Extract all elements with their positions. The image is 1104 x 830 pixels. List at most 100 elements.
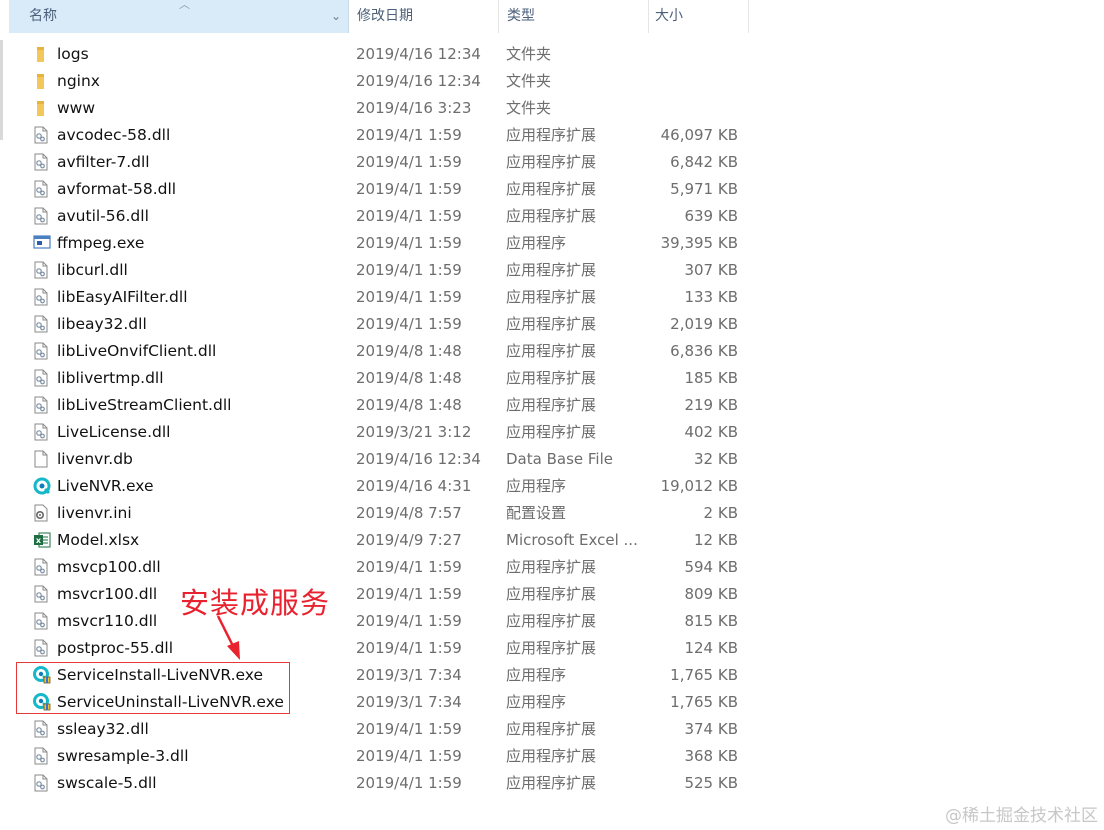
file-date: 2019/4/8 7:57 xyxy=(356,504,462,522)
file-type: 配置设置 xyxy=(506,504,567,522)
file-size: 402 KB xyxy=(684,423,738,441)
file-row[interactable]: livenvr.ini 2019/4/8 7:57 配置设置 2 KB xyxy=(0,500,760,527)
file-size: 1,765 KB xyxy=(670,693,738,711)
file-name: libeay32.dll xyxy=(57,315,147,333)
file-row[interactable]: postproc-55.dll 2019/4/1 1:59 应用程序扩展 124 KB xyxy=(0,635,760,662)
file-row[interactable]: LiveLicense.dll 2019/3/21 3:12 应用程序扩展 402 K… xyxy=(0,419,760,446)
file-row[interactable]: LiveNVR.exe 2019/4/16 4:31 应用程序 19,012 KB xyxy=(0,473,760,500)
file-row[interactable]: logs 2019/4/16 12:34 文件夹 xyxy=(0,41,760,68)
folder-icon xyxy=(33,45,49,63)
file-size: 525 KB xyxy=(684,774,738,792)
file-name: swresample-3.dll xyxy=(57,747,189,765)
file-size: 1,765 KB xyxy=(670,666,738,684)
file-row[interactable]: avformat-58.dll 2019/4/1 1:59 应用程序扩展 5,971 … xyxy=(0,176,760,203)
file-row[interactable]: liblivertmp.dll 2019/4/8 1:48 应用程序扩展 185 KB xyxy=(0,365,760,392)
file-name: swscale-5.dll xyxy=(57,774,157,792)
column-header-size[interactable]: 大小 xyxy=(649,0,749,33)
file-row[interactable]: swresample-3.dll 2019/4/1 1:59 应用程序扩展 368 K… xyxy=(0,743,760,770)
dll-icon xyxy=(33,315,49,333)
file-date: 2019/4/1 1:59 xyxy=(356,207,462,225)
file-size: 32 KB xyxy=(694,450,738,468)
annotation-arrow-icon xyxy=(216,615,240,660)
file-date: 2019/4/1 1:59 xyxy=(356,126,462,144)
dll-icon xyxy=(33,774,49,792)
file-name: avutil-56.dll xyxy=(57,207,149,225)
file-date: 2019/4/8 1:48 xyxy=(356,396,462,414)
file-row[interactable]: avcodec-58.dll 2019/4/1 1:59 应用程序扩展 46,097 … xyxy=(0,122,760,149)
file-name: avcodec-58.dll xyxy=(57,126,171,144)
file-type: 应用程序扩展 xyxy=(506,315,597,333)
file-row[interactable]: x Model.xlsx 2019/4/9 7:27 Microsoft Excel … xyxy=(0,527,760,554)
file-row[interactable]: libLiveOnvifClient.dll 2019/4/8 1:48 应用程序扩… xyxy=(0,338,760,365)
annotation-label: 安装成服务 xyxy=(180,586,331,620)
dll-icon xyxy=(33,423,49,441)
file-name: msvcp100.dll xyxy=(57,558,161,576)
file-name: libLiveOnvifClient.dll xyxy=(57,342,217,360)
file-row[interactable]: www 2019/4/16 3:23 文件夹 xyxy=(0,95,760,122)
file-type: 应用程序扩展 xyxy=(506,612,597,630)
file-row[interactable]: libcurl.dll 2019/4/1 1:59 应用程序扩展 307 KB xyxy=(0,257,760,284)
file-type: 应用程序扩展 xyxy=(506,747,597,765)
livenvr-icon xyxy=(33,477,51,495)
file-date: 2019/4/16 12:34 xyxy=(356,72,481,90)
file-row[interactable]: libLiveStreamClient.dll 2019/4/8 1:48 应用程序… xyxy=(0,392,760,419)
file-size: 5,971 KB xyxy=(670,180,738,198)
file-row[interactable]: livenvr.db 2019/4/16 12:34 Data Base File 3… xyxy=(0,446,760,473)
file-row[interactable]: avfilter-7.dll 2019/4/1 1:59 应用程序扩展 6,842 K… xyxy=(0,149,760,176)
file-date: 2019/4/16 12:34 xyxy=(356,450,481,468)
file-size: 815 KB xyxy=(684,612,738,630)
file-row[interactable]: avutil-56.dll 2019/4/1 1:59 应用程序扩展 639 KB xyxy=(0,203,760,230)
file-date: 2019/4/8 1:48 xyxy=(356,369,462,387)
file-type: 应用程序扩展 xyxy=(506,342,597,360)
file-type: 应用程序 xyxy=(506,693,567,711)
file-type: 应用程序扩展 xyxy=(506,558,597,576)
file-row[interactable]: libeay32.dll 2019/4/1 1:59 应用程序扩展 2,019 KB xyxy=(0,311,760,338)
file-name: avfilter-7.dll xyxy=(57,153,150,171)
file-row[interactable]: nginx 2019/4/16 12:34 文件夹 xyxy=(0,68,760,95)
file-name: libcurl.dll xyxy=(57,261,128,279)
chevron-down-icon[interactable]: ⌄ xyxy=(331,0,341,33)
dll-icon xyxy=(33,342,49,360)
file-type: 应用程序扩展 xyxy=(506,720,597,738)
file-row[interactable]: swscale-5.dll 2019/4/1 1:59 应用程序扩展 525 KB xyxy=(0,770,760,797)
file-size: 6,842 KB xyxy=(670,153,738,171)
file-date: 2019/4/8 1:48 xyxy=(356,342,462,360)
dll-icon xyxy=(33,585,49,603)
file-size: 124 KB xyxy=(684,639,738,657)
file-size: 2,019 KB xyxy=(670,315,738,333)
file-name: ffmpeg.exe xyxy=(57,234,145,252)
file-date: 2019/4/1 1:59 xyxy=(356,315,462,333)
dll-icon xyxy=(33,639,49,657)
column-header-type[interactable]: 类型 xyxy=(499,0,649,33)
file-date: 2019/4/1 1:59 xyxy=(356,612,462,630)
file-type: 应用程序扩展 xyxy=(506,774,597,792)
file-type: 应用程序 xyxy=(506,234,567,252)
file-row[interactable]: msvcp100.dll 2019/4/1 1:59 应用程序扩展 594 KB xyxy=(0,554,760,581)
file-date: 2019/4/1 1:59 xyxy=(356,261,462,279)
file-type: 应用程序扩展 xyxy=(506,261,597,279)
file-row[interactable]: libEasyAIFilter.dll 2019/4/1 1:59 应用程序扩展 13… xyxy=(0,284,760,311)
file-size: 809 KB xyxy=(684,585,738,603)
file-row[interactable]: ssleay32.dll 2019/4/1 1:59 应用程序扩展 374 KB xyxy=(0,716,760,743)
file-size: 12 KB xyxy=(694,531,738,549)
file-name: postproc-55.dll xyxy=(57,639,174,657)
folder-icon xyxy=(33,72,49,90)
file-name: msvcr110.dll xyxy=(57,612,158,630)
excel-icon: x xyxy=(33,531,51,549)
dll-icon xyxy=(33,369,49,387)
file-date: 2019/4/1 1:59 xyxy=(356,180,462,198)
file-type: 文件夹 xyxy=(506,45,552,63)
column-header-name[interactable]: 名称 ︿ ⌄ xyxy=(9,0,349,33)
file-row[interactable]: msvcr100.dll 2019/4/1 1:59 应用程序扩展 809 KB xyxy=(0,581,760,608)
column-header-date[interactable]: 修改日期 xyxy=(349,0,499,33)
file-date: 2019/4/1 1:59 xyxy=(356,747,462,765)
file-type: 应用程序扩展 xyxy=(506,396,597,414)
dll-icon xyxy=(33,153,49,171)
file-name: libEasyAIFilter.dll xyxy=(57,288,188,306)
file-row[interactable]: msvcr110.dll 2019/4/1 1:59 应用程序扩展 815 KB xyxy=(0,608,760,635)
file-name: libLiveStreamClient.dll xyxy=(57,396,232,414)
file-row[interactable]: ffmpeg.exe 2019/4/1 1:59 应用程序 39,395 KB xyxy=(0,230,760,257)
dll-icon xyxy=(33,396,49,414)
file-type: 应用程序扩展 xyxy=(506,180,597,198)
file-date: 2019/4/1 1:59 xyxy=(356,288,462,306)
